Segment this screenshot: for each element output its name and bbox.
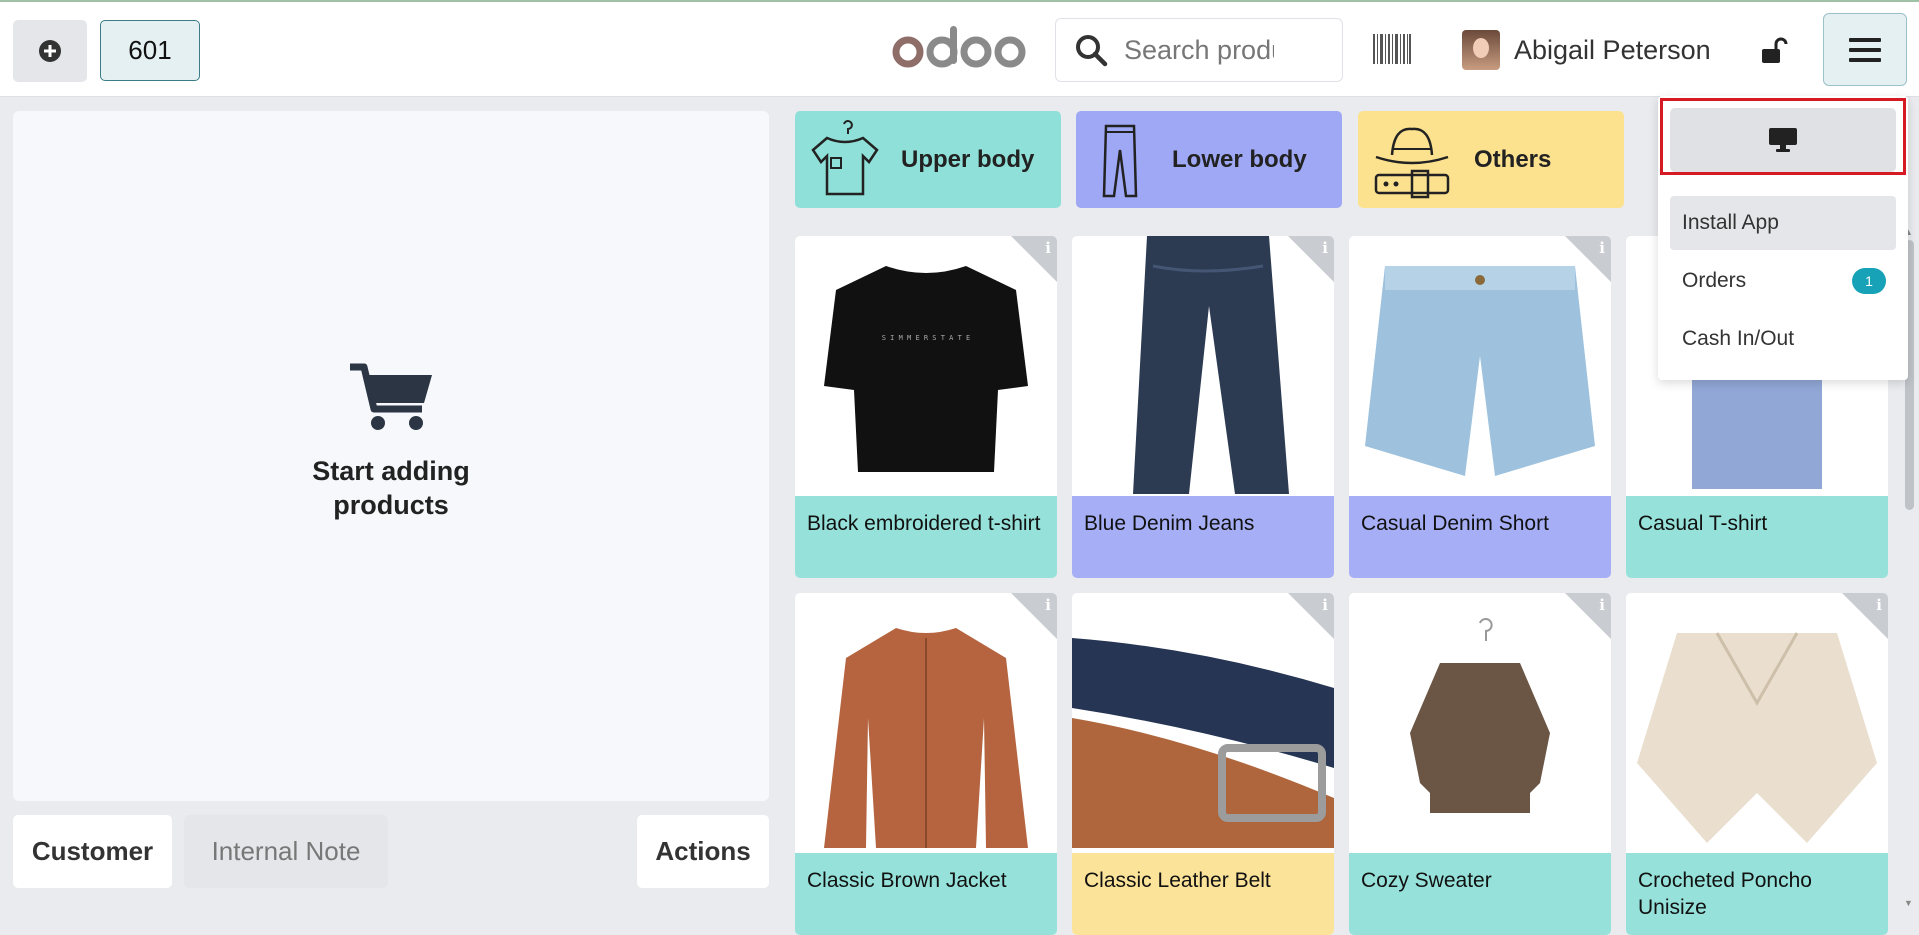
menu-item-cash-in-out[interactable]: Cash In/Out xyxy=(1670,312,1896,366)
scroll-down-arrow[interactable]: ▼ xyxy=(1904,898,1913,908)
product-name: Crocheted Poncho Unisize xyxy=(1626,853,1888,935)
hamburger-icon xyxy=(1849,37,1881,62)
category-lower-body[interactable]: Lower body xyxy=(1076,111,1342,208)
info-icon[interactable]: i xyxy=(1599,239,1605,257)
product-name: Casual T-shirt xyxy=(1626,496,1888,578)
actions-button[interactable]: Actions xyxy=(637,815,769,888)
barcode-icon[interactable] xyxy=(1373,34,1411,64)
internal-note-button[interactable]: Internal Note xyxy=(184,815,388,888)
menu-item-label: Orders xyxy=(1682,269,1747,292)
info-icon[interactable]: i xyxy=(1876,596,1882,614)
new-order-button[interactable] xyxy=(13,20,87,82)
cashier-name: Abigail Peterson xyxy=(1514,34,1711,65)
info-icon[interactable]: i xyxy=(1045,596,1051,614)
product-name: Casual Denim Short xyxy=(1349,496,1611,578)
order-panel: Start adding products xyxy=(13,111,769,801)
product-card[interactable]: i Crocheted Poncho Unisize xyxy=(1626,593,1888,935)
search-input[interactable] xyxy=(1122,33,1276,67)
menu-item-install-app[interactable]: Install App xyxy=(1670,196,1896,250)
product-card[interactable]: i Classic Leather Belt xyxy=(1072,593,1334,935)
info-icon[interactable]: i xyxy=(1322,596,1328,614)
product-name: Classic Leather Belt xyxy=(1072,853,1334,935)
plus-circle-icon xyxy=(39,40,61,62)
main-menu-button[interactable] xyxy=(1823,13,1907,86)
empty-text-line1: Start adding xyxy=(312,456,470,486)
menu-item-label: Cash In/Out xyxy=(1682,327,1795,350)
info-icon[interactable]: i xyxy=(1045,239,1051,257)
customer-button[interactable]: Customer xyxy=(13,815,172,888)
product-card[interactable]: i Blue Denim Jeans xyxy=(1072,236,1334,578)
product-card[interactable]: S I M M E R S T A T E i Black embroidere… xyxy=(795,236,1057,578)
product-card[interactable]: i Cozy Sweater xyxy=(1349,593,1611,935)
product-name: Classic Brown Jacket xyxy=(795,853,1057,935)
product-card[interactable]: i Casual Denim Short xyxy=(1349,236,1611,578)
category-others[interactable]: Others xyxy=(1358,111,1624,208)
highlight-box xyxy=(1660,98,1906,175)
category-label: Others xyxy=(1474,145,1552,173)
cart-icon xyxy=(350,363,432,430)
cashier-selector[interactable]: Abigail Peterson xyxy=(1462,30,1711,70)
category-label: Lower body xyxy=(1172,145,1307,173)
pants-icon xyxy=(1102,124,1138,197)
avatar xyxy=(1462,30,1500,70)
menu-item-orders[interactable]: Orders 1 xyxy=(1670,254,1896,308)
product-card[interactable]: i Classic Brown Jacket xyxy=(795,593,1057,935)
empty-order-message: Start adding products xyxy=(13,361,769,522)
category-label: Upper body xyxy=(901,145,1035,173)
hat-belt-icon xyxy=(1374,127,1450,198)
info-icon[interactable]: i xyxy=(1599,596,1605,614)
tshirt-icon xyxy=(811,119,879,195)
product-search[interactable] xyxy=(1055,18,1343,82)
order-tab[interactable]: 601 xyxy=(100,20,200,81)
svg-text:S I M M E R S T A T E: S I M M E R S T A T E xyxy=(882,334,971,342)
empty-text-line2: products xyxy=(333,490,449,520)
menu-item-label: Install App xyxy=(1682,211,1779,234)
top-bar: 601 Abigail Peterson xyxy=(0,2,1919,97)
category-upper-body[interactable]: Upper body xyxy=(795,111,1061,208)
orders-count-badge: 1 xyxy=(1852,268,1886,294)
product-name: Black embroidered t-shirt xyxy=(795,496,1057,578)
unlock-icon[interactable] xyxy=(1760,37,1790,65)
odoo-logo xyxy=(892,26,1026,68)
search-icon xyxy=(1076,35,1108,67)
info-icon[interactable]: i xyxy=(1322,239,1328,257)
product-name: Blue Denim Jeans xyxy=(1072,496,1334,578)
product-name: Cozy Sweater xyxy=(1349,853,1611,935)
